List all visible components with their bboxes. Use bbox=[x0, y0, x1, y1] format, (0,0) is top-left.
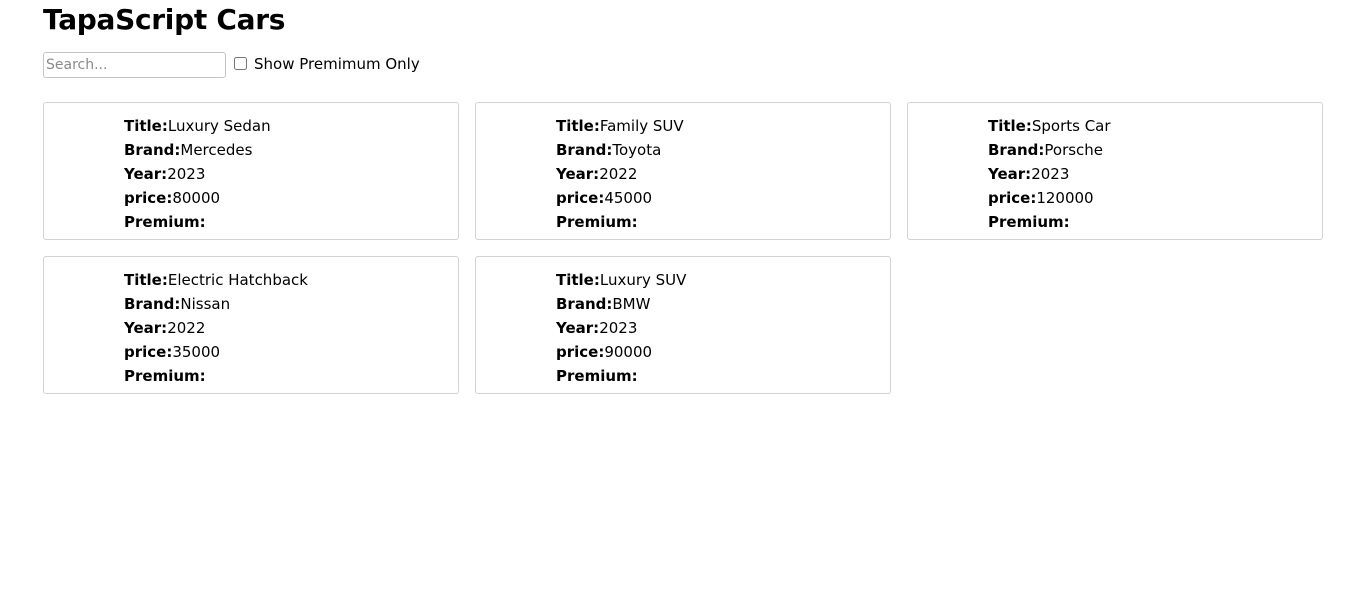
car-title-row: Title:Family SUV bbox=[556, 114, 890, 138]
car-price: 80000 bbox=[172, 189, 221, 207]
premium-only-filter[interactable]: Show Premimum Only bbox=[234, 55, 420, 73]
car-brand-row: Brand:Mercedes bbox=[124, 138, 458, 162]
car-brand: Mercedes bbox=[180, 141, 253, 159]
price-label: price: bbox=[124, 343, 173, 361]
car-card: Title:Luxury Sedan Brand:Mercedes Year:2… bbox=[43, 102, 459, 240]
brand-label: Brand: bbox=[988, 141, 1045, 159]
car-brand-row: Brand:Toyota bbox=[556, 138, 890, 162]
brand-label: Brand: bbox=[124, 141, 181, 159]
title-label: Title: bbox=[556, 271, 600, 289]
car-premium-row: Premium: bbox=[988, 210, 1322, 234]
car-brand: Nissan bbox=[180, 295, 231, 313]
car-price-row: price:45000 bbox=[556, 186, 890, 210]
car-year: 2022 bbox=[167, 319, 206, 337]
car-brand-row: Brand:Porsche bbox=[988, 138, 1322, 162]
car-brand-row: Brand:BMW bbox=[556, 292, 890, 316]
car-card: Title:Family SUV Brand:Toyota Year:2022 … bbox=[475, 102, 891, 240]
car-title-row: Title:Sports Car bbox=[988, 114, 1322, 138]
title-label: Title: bbox=[124, 117, 168, 135]
car-premium-row: Premium: bbox=[124, 364, 458, 388]
car-year: 2023 bbox=[599, 319, 638, 337]
title-label: Title: bbox=[988, 117, 1032, 135]
car-year: 2023 bbox=[167, 165, 206, 183]
price-label: price: bbox=[556, 189, 605, 207]
search-input[interactable] bbox=[43, 52, 226, 78]
year-label: Year: bbox=[988, 165, 1032, 183]
brand-label: Brand: bbox=[124, 295, 181, 313]
year-label: Year: bbox=[556, 319, 600, 337]
car-title-row: Title:Electric Hatchback bbox=[124, 268, 458, 292]
car-premium-row: Premium: bbox=[556, 364, 890, 388]
car-brand: Toyota bbox=[612, 141, 662, 159]
car-title-row: Title:Luxury Sedan bbox=[124, 114, 458, 138]
car-price: 120000 bbox=[1036, 189, 1094, 207]
car-title: Electric Hatchback bbox=[167, 271, 308, 289]
car-price-row: price:90000 bbox=[556, 340, 890, 364]
title-label: Title: bbox=[124, 271, 168, 289]
title-label: Title: bbox=[556, 117, 600, 135]
car-year-row: Year:2022 bbox=[124, 316, 458, 340]
car-title: Family SUV bbox=[599, 117, 684, 135]
car-year-row: Year:2023 bbox=[556, 316, 890, 340]
page-title: TapaScript Cars bbox=[43, 3, 286, 36]
car-card: Title:Luxury SUV Brand:BMW Year:2023 pri… bbox=[475, 256, 891, 394]
car-price: 35000 bbox=[172, 343, 221, 361]
brand-label: Brand: bbox=[556, 295, 613, 313]
car-brand: Porsche bbox=[1044, 141, 1104, 159]
car-premium-row: Premium: bbox=[124, 210, 458, 234]
car-card-grid: Title:Luxury Sedan Brand:Mercedes Year:2… bbox=[43, 102, 1323, 394]
car-year: 2022 bbox=[599, 165, 638, 183]
car-card: Title:Electric Hatchback Brand:Nissan Ye… bbox=[43, 256, 459, 394]
car-year-row: Year:2022 bbox=[556, 162, 890, 186]
brand-label: Brand: bbox=[556, 141, 613, 159]
car-price: 90000 bbox=[604, 343, 653, 361]
price-label: price: bbox=[988, 189, 1037, 207]
price-label: price: bbox=[556, 343, 605, 361]
car-title: Luxury SUV bbox=[599, 271, 687, 289]
year-label: Year: bbox=[124, 319, 168, 337]
car-price-row: price:120000 bbox=[988, 186, 1322, 210]
premium-label: Premium: bbox=[556, 367, 638, 385]
car-card: Title:Sports Car Brand:Porsche Year:2023… bbox=[907, 102, 1323, 240]
car-price: 45000 bbox=[604, 189, 653, 207]
car-premium-row: Premium: bbox=[556, 210, 890, 234]
year-label: Year: bbox=[124, 165, 168, 183]
premium-label: Premium: bbox=[556, 213, 638, 231]
price-label: price: bbox=[124, 189, 173, 207]
premium-label: Premium: bbox=[124, 367, 206, 385]
premium-only-label: Show Premimum Only bbox=[254, 54, 420, 73]
premium-label: Premium: bbox=[124, 213, 206, 231]
car-brand: BMW bbox=[612, 295, 651, 313]
year-label: Year: bbox=[556, 165, 600, 183]
premium-label: Premium: bbox=[988, 213, 1070, 231]
car-price-row: price:35000 bbox=[124, 340, 458, 364]
car-title-row: Title:Luxury SUV bbox=[556, 268, 890, 292]
car-title: Sports Car bbox=[1031, 117, 1111, 135]
car-brand-row: Brand:Nissan bbox=[124, 292, 458, 316]
premium-only-checkbox[interactable] bbox=[234, 57, 247, 70]
filter-toolbar: Show Premimum Only bbox=[43, 52, 420, 78]
car-title: Luxury Sedan bbox=[167, 117, 271, 135]
car-price-row: price:80000 bbox=[124, 186, 458, 210]
car-year-row: Year:2023 bbox=[988, 162, 1322, 186]
app-root: TapaScript Cars Show Premimum Only Title… bbox=[0, 0, 1366, 607]
car-year: 2023 bbox=[1031, 165, 1070, 183]
car-year-row: Year:2023 bbox=[124, 162, 458, 186]
